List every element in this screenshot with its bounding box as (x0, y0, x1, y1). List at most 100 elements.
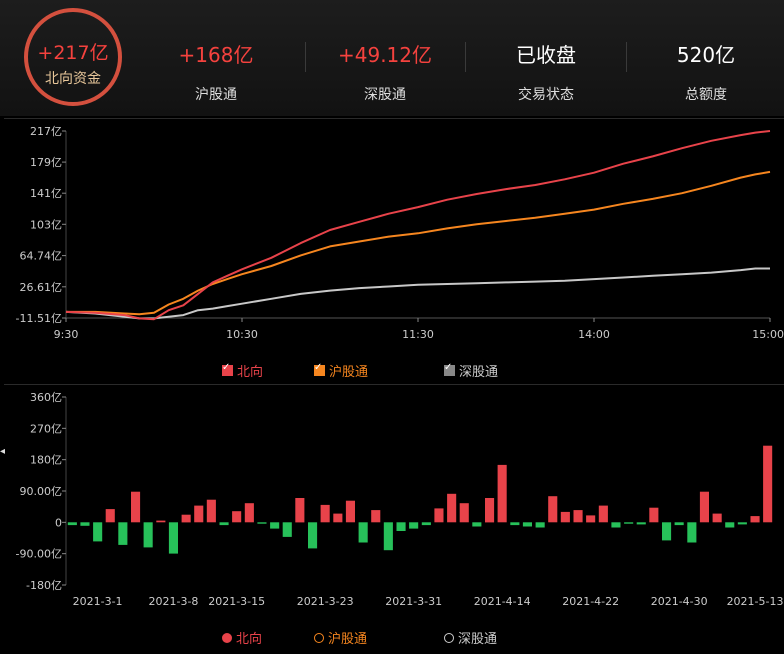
stat-sh: +168亿 沪股通 (156, 42, 276, 104)
legend-label: 沪股通 (329, 365, 369, 380)
bar (244, 503, 254, 523)
y-tick-label: 270亿 (30, 422, 62, 435)
y-tick-label: 26.61亿 (20, 281, 63, 294)
bar (383, 522, 393, 551)
bar (105, 509, 115, 523)
x-tick-label: 11:30 (402, 328, 434, 341)
bar (67, 522, 77, 526)
legend-north[interactable]: 北向 (222, 628, 262, 647)
bar (459, 503, 469, 523)
intraday-panel: 217亿 179亿 141亿 103亿 64.74亿 26.61亿 -11.51亿 9:30 1… (4, 118, 784, 387)
x-tick-label: 15:00 (752, 328, 784, 341)
y-tick-label: -11.51亿 (16, 312, 62, 325)
divider (465, 42, 466, 72)
bar (181, 514, 191, 523)
bar (168, 522, 178, 554)
expand-arrow-icon[interactable]: ◂ (0, 446, 5, 457)
bar (333, 513, 343, 523)
bar (636, 522, 646, 525)
series-line-sz (65, 267, 770, 320)
north-total-label: 北向资金 (45, 71, 101, 87)
bar (560, 511, 570, 523)
x-tick-label: 2021-3-31 (385, 595, 442, 608)
bar (131, 491, 141, 523)
x-tick-label: 2021-3-8 (148, 595, 198, 608)
bar (194, 505, 204, 523)
intraday-flow-chart: 217亿 179亿 141亿 103亿 64.74亿 26.61亿 -11.51亿 9:30 1… (16, 125, 784, 341)
x-tick-label: 2021-3-15 (208, 595, 265, 608)
y-tick-label: 141亿 (30, 187, 62, 200)
legend-label: 深股通 (459, 365, 499, 380)
y-tick-label: -180亿 (26, 579, 62, 592)
x-tick-label: 14:00 (578, 328, 610, 341)
x-tick-label: 2021-4-22 (562, 595, 619, 608)
legend-sh[interactable]: 沪股通 (314, 361, 368, 380)
bar (750, 516, 760, 523)
stat-sh-label: 沪股通 (195, 87, 237, 103)
bar (447, 493, 457, 523)
y-tick-label: 217亿 (30, 125, 62, 138)
stat-sh-value: +168亿 (178, 43, 254, 67)
bar (725, 522, 735, 528)
checkbox-icon (444, 362, 455, 376)
bar (143, 522, 153, 548)
daily-flow-chart: 360亿 270亿 180亿 90.00亿 0 -90.00亿 -180亿 2021-3-1 2… (16, 391, 784, 608)
bar (320, 504, 330, 523)
bar (763, 445, 773, 523)
divider (626, 42, 627, 72)
bar (345, 500, 355, 523)
radio-icon (222, 632, 232, 643)
bar (699, 491, 709, 523)
bar (358, 522, 368, 543)
bar (156, 520, 166, 523)
bar (371, 510, 381, 523)
divider (305, 42, 306, 72)
bar (434, 508, 444, 523)
y-tick-label: 64.74亿 (20, 250, 63, 263)
checkbox-icon (222, 362, 233, 376)
bar (118, 522, 128, 545)
stat-status-value: 已收盘 (516, 43, 576, 67)
bar (611, 522, 621, 528)
bar (257, 522, 267, 524)
bar (662, 522, 672, 541)
north-total-circle: +217亿 北向资金 (24, 8, 122, 106)
bar (548, 496, 558, 523)
bar (522, 522, 532, 527)
daily-panel: 360亿 270亿 180亿 90.00亿 0 -90.00亿 -180亿 2021-3-1 2… (4, 384, 784, 650)
x-tick-label: 10:30 (226, 328, 258, 341)
bar (649, 507, 659, 523)
bar (497, 464, 507, 523)
bar (510, 522, 520, 526)
bar (396, 522, 406, 531)
stat-quota: 520亿 总额度 (646, 42, 766, 104)
bar (586, 515, 596, 523)
legend-sz[interactable]: 深股通 (444, 628, 497, 647)
stat-status: 已收盘 交易状态 (486, 42, 606, 104)
bar (93, 522, 103, 542)
y-tick-label: 103亿 (30, 218, 62, 231)
legend-label: 北向 (237, 365, 264, 380)
y-tick-label: 360亿 (30, 391, 62, 404)
series-line-north (65, 130, 771, 321)
bar (573, 510, 583, 523)
x-tick-label: 2021-4-14 (474, 595, 531, 608)
header-bar: +217亿 北向资金 +168亿 沪股通 +49.12亿 深股通 已收盘 交易状… (0, 0, 784, 116)
legend-north[interactable]: 北向 (222, 361, 263, 380)
checkbox-icon (314, 362, 325, 376)
bar (737, 522, 747, 525)
legend-sh[interactable]: 沪股通 (314, 628, 367, 647)
stat-sz-value: +49.12亿 (337, 43, 432, 67)
y-tick-label: 90.00亿 (20, 485, 63, 498)
bar (674, 522, 684, 526)
y-tick-label: -90.00亿 (16, 548, 62, 561)
stat-sz: +49.12亿 深股通 (325, 42, 445, 104)
x-tick-label: 2021-4-30 (651, 595, 708, 608)
bar (472, 522, 482, 527)
bar (80, 522, 90, 526)
bar (485, 498, 495, 523)
bar (295, 498, 305, 523)
radio-icon (314, 632, 324, 643)
legend-label: 深股通 (458, 632, 498, 647)
legend-sz[interactable]: 深股通 (444, 361, 498, 380)
